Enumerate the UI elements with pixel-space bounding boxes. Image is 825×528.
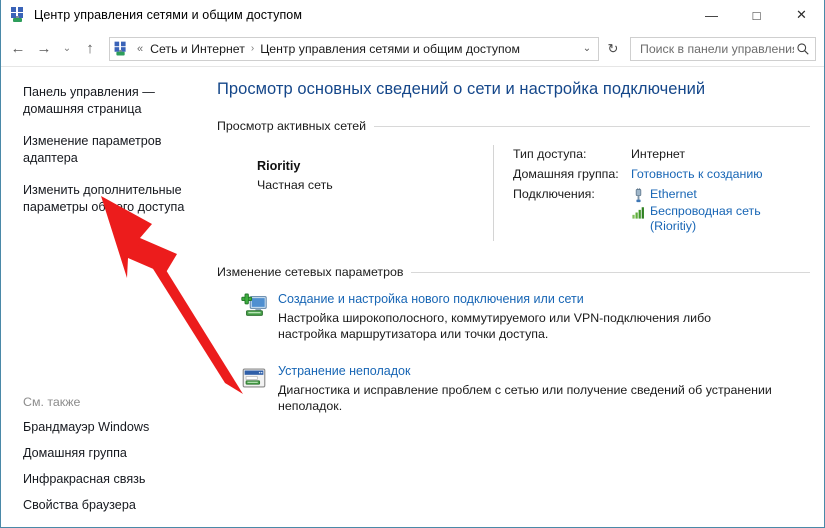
sidebar-item-control-panel-home[interactable]: Панель управления — домашняя страница (23, 84, 199, 117)
address-chevron-down-icon[interactable]: ⌄ (578, 43, 596, 54)
recent-locations-chevron-down-icon[interactable]: ⌄ (57, 36, 77, 62)
access-type-value: Интернет (631, 147, 686, 161)
window-body: Панель управления — домашняя страница Из… (1, 67, 824, 527)
homegroup-value-link[interactable]: Готовность к созданию (631, 167, 763, 181)
window-title: Центр управления сетями и общим доступом (34, 8, 303, 22)
search-input[interactable] (638, 40, 796, 57)
see-also-item-windows-firewall[interactable]: Брандмауэр Windows (23, 420, 223, 435)
network-type: Частная сеть (257, 178, 333, 192)
active-network-summary: Rioritiy Частная сеть (217, 145, 493, 241)
breadcrumb-item-network-internet[interactable]: Сеть и Интернет (147, 40, 248, 58)
section-divider-2 (411, 271, 810, 273)
search-box[interactable] (630, 36, 816, 61)
network-name: Rioritiy (257, 159, 301, 173)
search-icon[interactable] (796, 42, 810, 56)
address-network-grid-icon (114, 41, 129, 56)
see-also-title: См. также (23, 395, 81, 409)
troubleshoot-icon (242, 368, 266, 388)
wireless-signal-icon (632, 207, 644, 219)
active-networks-panel: Rioritiy Частная сеть Тип доступа: Интер… (217, 145, 810, 241)
breadcrumb-separator-icon: › (250, 43, 255, 54)
title-bar: Центр управления сетями и общим доступом… (1, 0, 824, 31)
section-divider (374, 125, 810, 127)
window-controls: — □ ✕ (689, 0, 824, 31)
breadcrumb-overflow-icon[interactable]: « (133, 43, 147, 55)
setting-item-troubleshoot[interactable]: Устранение неполадок Диагностика и испра… (217, 362, 810, 414)
setting-body-new-connection: Создание и настройка нового подключения … (278, 290, 810, 342)
refresh-icon[interactable]: ↻ (602, 37, 624, 61)
detail-row-connections: Подключения: Ethernet Беспроводная сеть … (513, 187, 810, 235)
homegroup-label: Домашняя группа: (513, 167, 619, 181)
detail-row-homegroup: Домашняя группа: Готовность к созданию (513, 167, 810, 181)
see-also-item-internet-options[interactable]: Свойства браузера (23, 498, 223, 513)
connection-label-ethernet[interactable]: Ethernet (650, 187, 697, 202)
close-button[interactable]: ✕ (779, 0, 824, 31)
connection-item-ethernet[interactable]: Ethernet (631, 187, 810, 203)
setting-item-new-connection[interactable]: Создание и настройка нового подключения … (217, 290, 810, 342)
see-also-item-homegroup[interactable]: Домашняя группа (23, 446, 223, 461)
up-arrow-icon[interactable]: ↑ (77, 36, 103, 62)
network-grid-icon (10, 7, 26, 23)
minimize-button[interactable]: — (689, 0, 734, 31)
setting-body-troubleshoot: Устранение неполадок Диагностика и испра… (278, 362, 810, 414)
forward-arrow-icon[interactable]: → (31, 36, 57, 62)
see-also-item-infrared[interactable]: Инфракрасная связь (23, 472, 223, 487)
ethernet-plug-icon (635, 188, 642, 203)
new-connection-icon (241, 293, 267, 316)
see-also-section: См. также Брандмауэр Windows Домашняя гр… (23, 395, 223, 513)
page-title: Просмотр основных сведений о сети и наст… (217, 80, 706, 98)
sidebar: Панель управления — домашняя страница Из… (1, 67, 217, 527)
change-settings-section-header: Изменение сетевых параметров (217, 265, 810, 279)
change-settings-title: Изменение сетевых параметров (217, 265, 404, 279)
link-create-new-connection[interactable]: Создание и настройка нового подключения … (278, 292, 584, 306)
sidebar-item-change-advanced-sharing-settings[interactable]: Изменить дополнительные параметры общего… (23, 182, 199, 215)
network-sharing-center-window: Центр управления сетями и общим доступом… (0, 0, 825, 528)
connections-label: Подключения: (513, 187, 595, 201)
link-troubleshoot[interactable]: Устранение неполадок (278, 364, 410, 378)
access-type-label: Тип доступа: (513, 147, 587, 161)
connection-item-wireless[interactable]: Беспроводная сеть (Rioritiy) (631, 204, 810, 234)
back-arrow-icon[interactable]: ← (5, 36, 31, 62)
active-networks-title: Просмотр активных сетей (217, 119, 367, 133)
active-network-details: Тип доступа: Интернет Домашняя группа: Г… (494, 145, 810, 241)
connection-label-wireless[interactable]: Беспроводная сеть (Rioritiy) (650, 204, 810, 234)
breadcrumb-item-network-sharing-center[interactable]: Центр управления сетями и общим доступом (257, 40, 523, 58)
desc-troubleshoot: Диагностика и исправление проблем с сеть… (278, 383, 772, 413)
active-networks-section-header: Просмотр активных сетей (217, 119, 810, 133)
address-bar[interactable]: « Сеть и Интернет › Центр управления сет… (109, 36, 599, 61)
maximize-button[interactable]: □ (734, 0, 779, 31)
desc-create-new-connection: Настройка широкополосного, коммутируемог… (278, 311, 712, 341)
sidebar-item-change-adapter-settings[interactable]: Изменение параметров адаптера (23, 133, 199, 166)
connections-list: Ethernet Беспроводная сеть (Rioritiy) (631, 187, 810, 235)
detail-row-access-type: Тип доступа: Интернет (513, 147, 810, 161)
navigation-toolbar: ← → ⌄ ↑ « Сеть и Интернет › Центр управл… (1, 31, 824, 67)
main-content: Просмотр основных сведений о сети и наст… (217, 67, 824, 527)
